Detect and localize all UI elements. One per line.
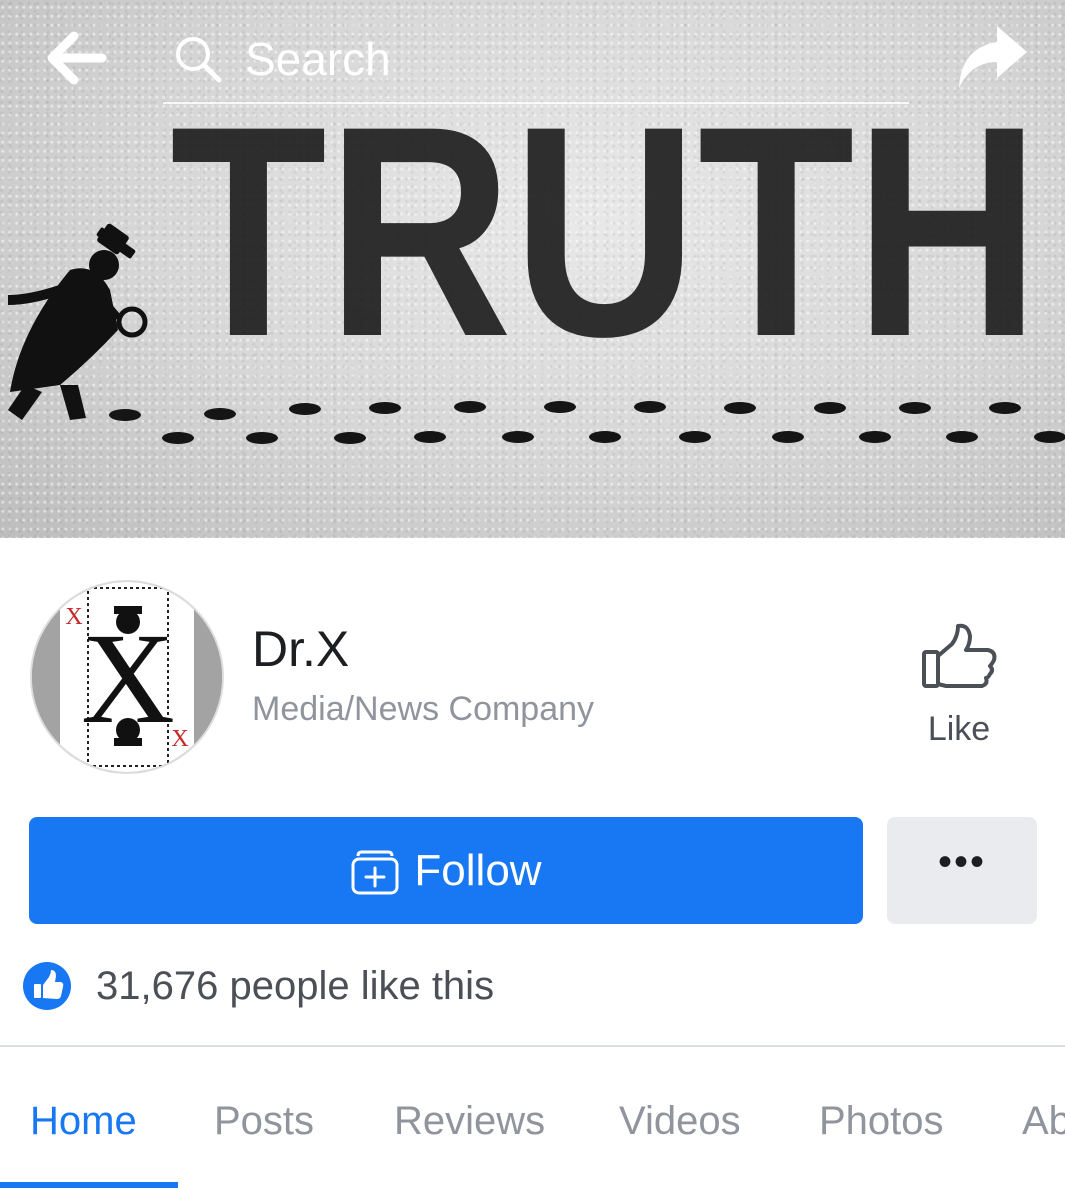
active-tab-indicator [0,1182,178,1188]
svg-text:X: X [171,726,188,752]
cover-photo: TRUTH [0,0,1065,538]
share-button[interactable] [955,22,1029,92]
page-avatar[interactable]: X X X [30,580,224,774]
follow-label: Follow [414,845,542,895]
tab-about[interactable]: About [1022,1099,1065,1144]
tab-home[interactable]: Home [30,1099,137,1144]
back-button[interactable] [46,30,108,86]
tab-photos[interactable]: Photos [819,1099,944,1144]
search-field[interactable] [163,22,909,104]
search-icon [176,37,222,83]
detective-figure [7,223,148,420]
tab-reviews[interactable]: Reviews [394,1099,545,1144]
tab-posts[interactable]: Posts [214,1099,314,1144]
like-page-button[interactable]: Like [900,622,1018,752]
cover-stencil-text: TRUTH [170,63,1040,399]
thumbs-up-icon [922,623,997,688]
page-category[interactable]: Media/News Company [252,690,594,729]
share-arrow-icon [959,26,1027,88]
follow-button[interactable]: Follow [29,817,863,924]
like-badge-icon [23,962,71,1010]
search-input[interactable] [243,30,847,88]
avatar-logo: X X X [32,582,222,772]
more-options-button[interactable]: ••• [887,817,1037,924]
likes-summary[interactable]: 31,676 people like this [22,960,494,1012]
svg-text:X: X [65,604,82,630]
page-title: Dr.X [252,621,350,677]
likes-count-text: 31,676 people like this [96,963,495,1008]
more-dots-icon: ••• [937,839,986,884]
follow-plus-icon [351,850,399,894]
arrow-left-icon [47,31,107,85]
top-bar [0,0,1065,110]
like-label: Like [927,710,991,748]
page-tabs: Home Posts Reviews Videos Photos About [0,1047,1065,1188]
footprints [109,401,1065,444]
tab-videos[interactable]: Videos [619,1099,741,1144]
